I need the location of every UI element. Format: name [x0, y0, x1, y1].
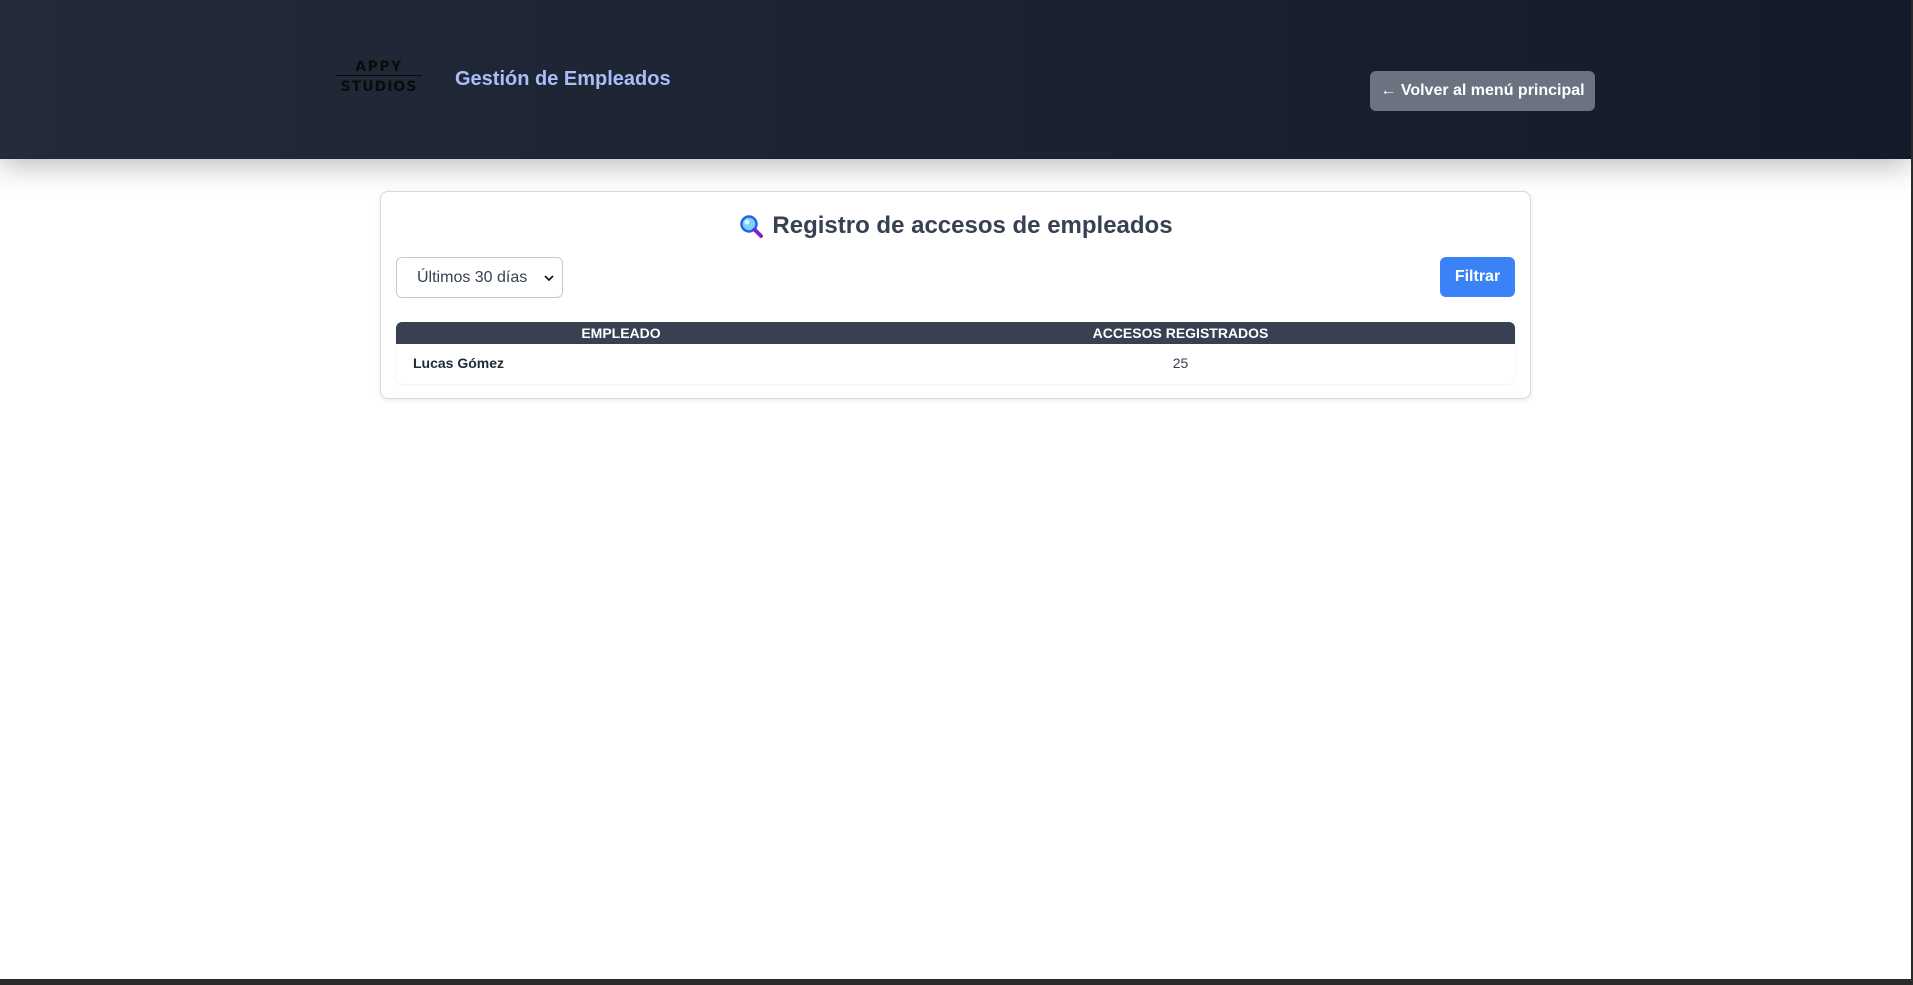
period-select-value: Últimos 30 días — [417, 268, 528, 286]
app-viewport: APPY STUDIOS Gestión de Empleados ← Volv… — [0, 0, 1911, 979]
column-header-access-count: ACCESOS REGISTRADOS — [1092, 325, 1269, 341]
period-select[interactable]: Últimos 30 días — [396, 257, 563, 298]
chevron-down-icon — [544, 275, 554, 282]
filter-button[interactable]: Filtrar — [1440, 257, 1515, 297]
card-title: Registro de accesos de empleados — [381, 212, 1530, 240]
top-header: APPY STUDIOS Gestión de Empleados ← Volv… — [0, 0, 1911, 159]
column-header-employee: EMPLEADO — [581, 325, 661, 341]
access-count-cell: 25 — [1172, 355, 1189, 371]
access-table: EMPLEADO ACCESOS REGISTRADOS Lucas Gómez… — [396, 322, 1515, 384]
card-title-text: Registro de accesos de empleados — [772, 212, 1173, 239]
company-logo: APPY STUDIOS — [336, 59, 422, 95]
page-title: Gestión de Empleados — [455, 68, 671, 90]
magnifier-icon — [740, 215, 764, 238]
back-to-main-menu-button[interactable]: ← Volver al menú principal — [1370, 71, 1595, 111]
table-header: EMPLEADO ACCESOS REGISTRADOS — [396, 322, 1515, 344]
employee-name-cell: Lucas Gómez — [413, 355, 505, 371]
table-row: Lucas Gómez 25 — [396, 344, 1515, 382]
access-log-card: Registro de accesos de empleados Últimos… — [380, 191, 1531, 399]
